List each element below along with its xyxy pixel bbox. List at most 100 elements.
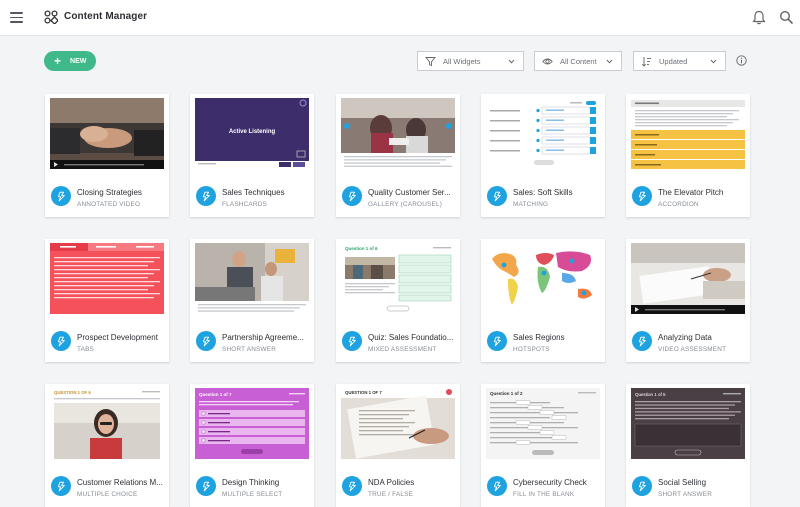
widget-type-label: SHORT ANSWER bbox=[658, 491, 713, 498]
search-icon[interactable] bbox=[779, 10, 793, 24]
widget-thumbnail bbox=[486, 98, 600, 169]
widget-card[interactable]: Question 1 of 7 Design Thinking MULTIPLE… bbox=[190, 384, 314, 507]
widget-card[interactable]: Sales Regions HOTSPOTS bbox=[481, 239, 605, 362]
widget-card[interactable]: Question 1 of 6 Quiz: Sales Foundatio...… bbox=[336, 239, 460, 362]
widget-type-bolt-icon bbox=[632, 186, 652, 206]
widget-thumbnail bbox=[50, 243, 164, 314]
widget-card[interactable]: The Elevator Pitch ACCORDION bbox=[626, 94, 750, 217]
content-filter-dropdown[interactable]: All Content bbox=[534, 51, 622, 71]
widget-card[interactable]: QUESTION 1 OF 7 NDA Policies TRUE / FALS… bbox=[336, 384, 460, 507]
info-icon[interactable] bbox=[736, 55, 747, 66]
thumbnail-map bbox=[486, 243, 600, 314]
thumbnail-accordion bbox=[631, 98, 745, 169]
thumbnail-photo-office bbox=[195, 243, 309, 314]
thumbnail-gallery bbox=[341, 98, 455, 169]
widget-thumbnail: Question 1 of 7 bbox=[195, 388, 309, 459]
widget-type-bolt-icon bbox=[487, 476, 507, 496]
widget-type-label: VIDEO ASSESSMENT bbox=[658, 346, 727, 353]
widget-card[interactable]: Prospect Development TABS bbox=[45, 239, 169, 362]
widget-title: NDA Policies bbox=[368, 478, 415, 487]
widget-thumbnail: Active Listening bbox=[195, 98, 309, 169]
widget-title: Prospect Development bbox=[77, 333, 158, 342]
eye-icon bbox=[542, 58, 553, 64]
widget-card[interactable]: QUESTION 1 OF 6 Customer Relations M... … bbox=[45, 384, 169, 507]
widget-card[interactable]: Question 1 of 5 Social Selling SHORT ANS… bbox=[626, 384, 750, 507]
widget-type-bolt-icon bbox=[342, 331, 362, 351]
widget-title: The Elevator Pitch bbox=[658, 188, 724, 197]
widget-thumbnail: Question 1 of 5 bbox=[631, 388, 745, 459]
widget-title: Cybersecurity Check bbox=[513, 478, 587, 487]
thumbnail-flashcard: Active Listening bbox=[195, 98, 309, 169]
widget-card[interactable]: Closing Strategies ANNOTATED VIDEO bbox=[45, 94, 169, 217]
svg-text:Question 1 of 6: Question 1 of 6 bbox=[345, 246, 378, 251]
widget-type-bolt-icon bbox=[196, 331, 216, 351]
widget-thumbnail bbox=[195, 243, 309, 314]
widget-type-label: ACCORDION bbox=[658, 201, 699, 208]
widget-type-bolt-icon bbox=[196, 476, 216, 496]
widget-type-bolt-icon bbox=[342, 476, 362, 496]
widget-type-label: MIXED ASSESSMENT bbox=[368, 346, 437, 353]
widget-type-bolt-icon bbox=[51, 331, 71, 351]
widget-type-label: TABS bbox=[77, 346, 95, 353]
chevron-down-icon bbox=[606, 59, 613, 64]
funnel-icon bbox=[425, 56, 436, 66]
hamburger-menu-icon[interactable] bbox=[10, 12, 23, 23]
svg-text:QUESTION 1 OF 7: QUESTION 1 OF 7 bbox=[345, 390, 382, 395]
widget-title: Analyzing Data bbox=[658, 333, 712, 342]
widget-type-label: FILL IN THE BLANK bbox=[513, 491, 575, 498]
widget-title: Sales Regions bbox=[513, 333, 565, 342]
thumbnail-multi-choice: QUESTION 1 OF 6 bbox=[50, 388, 164, 459]
chevron-down-icon bbox=[710, 59, 717, 64]
widget-thumbnail bbox=[631, 243, 745, 314]
thumbnail-multi-select: Question 1 of 7 bbox=[195, 388, 309, 459]
widget-type-bolt-icon bbox=[487, 331, 507, 351]
sort-dropdown[interactable]: Updated bbox=[633, 51, 726, 71]
chevron-down-icon bbox=[508, 59, 515, 64]
widget-thumbnail bbox=[50, 98, 164, 169]
widget-title: Partnership Agreeme... bbox=[222, 333, 304, 342]
thumbnail-short-dark: Question 1 of 5 bbox=[631, 388, 745, 459]
widget-title: Quality Customer Ser... bbox=[368, 188, 451, 197]
widget-thumbnail: QUESTION 1 OF 6 bbox=[50, 388, 164, 459]
widget-type-label: MULTIPLE CHOICE bbox=[77, 491, 138, 498]
widget-type-label: TRUE / FALSE bbox=[368, 491, 414, 498]
widget-type-bolt-icon bbox=[342, 186, 362, 206]
widget-card[interactable]: Question 1 of 2 Cybersecurity Check FILL… bbox=[481, 384, 605, 507]
svg-text:Question 1 of 2: Question 1 of 2 bbox=[490, 391, 523, 396]
svg-text:Active Listening: Active Listening bbox=[229, 129, 276, 135]
widget-thumbnail: QUESTION 1 OF 7 bbox=[341, 388, 455, 459]
widget-thumbnail: Question 1 of 6 bbox=[341, 243, 455, 314]
notifications-bell-icon[interactable] bbox=[752, 10, 766, 25]
widget-type-label: MATCHING bbox=[513, 201, 549, 208]
widget-type-label: SHORT ANSWER bbox=[222, 346, 277, 353]
widget-type-bolt-icon bbox=[632, 476, 652, 496]
svg-text:Question 1 of 5: Question 1 of 5 bbox=[635, 392, 666, 397]
widget-title: Social Selling bbox=[658, 478, 707, 487]
thumbnail-video-handshake bbox=[50, 98, 164, 169]
thumbnail-quiz-mixed: Question 1 of 6 bbox=[341, 243, 455, 314]
widget-card[interactable]: Quality Customer Ser... GALLERY (CAROUSE… bbox=[336, 94, 460, 217]
widget-title: Sales: Soft Skills bbox=[513, 188, 573, 197]
svg-text:QUESTION 1 OF 6: QUESTION 1 OF 6 bbox=[54, 390, 91, 395]
widgets-filter-dropdown[interactable]: All Widgets bbox=[417, 51, 524, 71]
new-button[interactable]: + NEW bbox=[44, 51, 96, 71]
widget-type-label: MULTIPLE SELECT bbox=[222, 491, 283, 498]
widgets-filter-value: All Widgets bbox=[443, 56, 481, 66]
widget-card[interactable]: Sales: Soft Skills MATCHING bbox=[481, 94, 605, 217]
widget-type-bolt-icon bbox=[51, 186, 71, 206]
widget-thumbnail bbox=[631, 98, 745, 169]
top-bar: Content Manager bbox=[0, 0, 800, 36]
svg-text:Question 1 of 7: Question 1 of 7 bbox=[199, 392, 232, 397]
widget-card[interactable]: Partnership Agreeme... SHORT ANSWER bbox=[190, 239, 314, 362]
widget-title: Design Thinking bbox=[222, 478, 280, 487]
widget-card[interactable]: Active Listening Sales Techniques FLASHC… bbox=[190, 94, 314, 217]
widget-title: Closing Strategies bbox=[77, 188, 142, 197]
widget-card[interactable]: Analyzing Data VIDEO ASSESSMENT bbox=[626, 239, 750, 362]
widget-thumbnail bbox=[486, 243, 600, 314]
widget-title: Quiz: Sales Foundatio... bbox=[368, 333, 454, 342]
thumbnail-true-false: QUESTION 1 OF 7 bbox=[341, 388, 455, 459]
sort-icon bbox=[641, 56, 651, 67]
sort-value: Updated bbox=[659, 56, 688, 66]
widget-type-label: HOTSPOTS bbox=[513, 346, 550, 353]
widget-title: Sales Techniques bbox=[222, 188, 285, 197]
